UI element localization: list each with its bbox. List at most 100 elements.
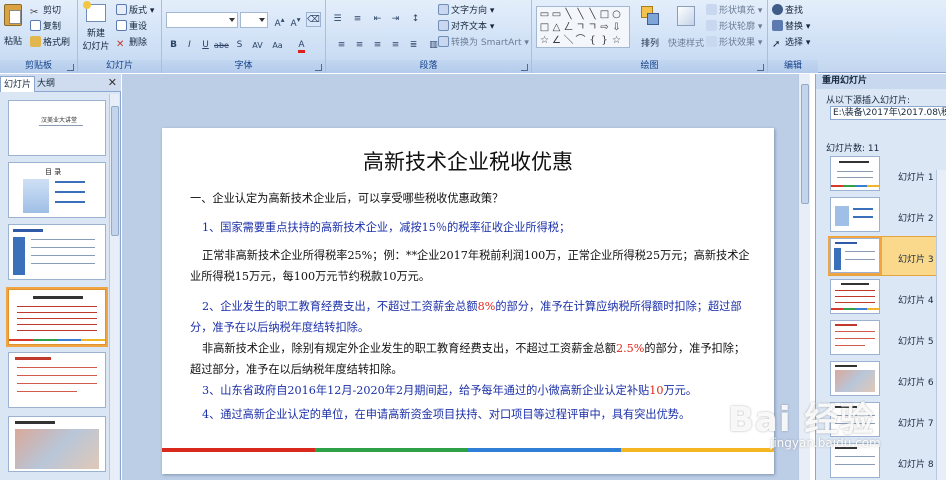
textbox-shape-icon[interactable]: ▭	[551, 9, 562, 20]
italic-button[interactable]: I	[182, 38, 197, 53]
line-spacing-button[interactable]: ↕	[408, 12, 423, 27]
reuse-slide-item[interactable]: 幻灯片 1	[816, 154, 946, 198]
reuse-slide-item[interactable]: 幻灯片 2	[816, 195, 946, 239]
arrow-right-shape-icon[interactable]: ⇨	[599, 22, 610, 33]
pen-icon	[706, 20, 717, 31]
shape-fill-button[interactable]: 形状填充 ▾	[704, 4, 762, 19]
line-shape-icon[interactable]: ╲	[563, 9, 574, 20]
delete-button[interactable]: ✕ 删除	[114, 36, 147, 51]
reuse-slide-item-selected[interactable]: 幻灯片 3	[816, 236, 946, 280]
font-name-combo[interactable]	[166, 12, 238, 28]
find-button[interactable]: 查找	[770, 4, 803, 19]
shape-outline-button[interactable]: 形状轮廓 ▾	[704, 20, 762, 35]
new-slide-button[interactable]: 新建 幻灯片	[80, 1, 112, 56]
numbering-button[interactable]: ≡	[350, 12, 365, 27]
thumbnail-title: 目 录	[45, 168, 62, 176]
align-left-button[interactable]: ≡	[334, 38, 349, 53]
line-shape-icon[interactable]: ╲	[587, 9, 598, 20]
slides-pane-scrollbar[interactable]	[109, 94, 119, 480]
layout-button[interactable]: 版式 ▾	[114, 4, 154, 19]
text-direction-button[interactable]: 文字方向 ▾	[436, 4, 494, 19]
brace-shape-icon[interactable]: {	[587, 35, 598, 46]
rectangle-shape-icon[interactable]: □	[539, 22, 550, 33]
arrange-button[interactable]: 排列	[636, 6, 664, 49]
paragraph-launcher-icon[interactable]	[521, 64, 528, 71]
justify-button[interactable]: ≡	[388, 38, 403, 53]
distributed-button[interactable]: ≣	[406, 38, 421, 53]
drawing-launcher-icon[interactable]	[757, 64, 764, 71]
slide-thumbnail[interactable]	[8, 224, 106, 280]
shrink-font-button[interactable]: A▾	[288, 12, 303, 29]
paste-button[interactable]: 粘贴	[2, 4, 24, 54]
grow-font-button[interactable]: A▴	[272, 12, 287, 29]
slide-thumbnail[interactable]: 目 录	[8, 162, 106, 218]
clipboard-launcher-icon[interactable]	[67, 64, 74, 71]
shadow-button[interactable]: S	[232, 38, 247, 53]
select-button[interactable]: ➚ 选择 ▾	[770, 36, 810, 51]
curve-shape-icon[interactable]: ＼	[563, 35, 574, 46]
drawing-label: 绘图	[532, 60, 767, 73]
copy-button[interactable]: 复制	[28, 20, 61, 35]
slide-paragraph[interactable]: 非高新技术企业，除别有规定外企业发生的职工教育经费支出，不超过工资薪金总额2.5…	[190, 338, 756, 380]
curve-shape-icon[interactable]: ⌒	[575, 35, 586, 46]
slide-thumbnail[interactable]	[8, 416, 106, 472]
underline-button[interactable]: U	[198, 38, 213, 53]
rectangle-shape-icon[interactable]: □	[599, 9, 610, 20]
strikethrough-button[interactable]: abe	[214, 38, 229, 53]
align-right-button[interactable]: ≡	[370, 38, 385, 53]
arrow-down-shape-icon[interactable]: ⇩	[611, 22, 622, 33]
close-icon[interactable]: ✕	[108, 76, 117, 89]
scrollbar-thumb[interactable]	[111, 106, 119, 236]
slide-thumbnail-selected[interactable]	[6, 287, 108, 347]
decrease-indent-button[interactable]: ⇤	[370, 12, 385, 27]
textbox-shape-icon[interactable]: ▭	[539, 9, 550, 20]
reset-button[interactable]: 重设	[114, 20, 147, 35]
increase-indent-button[interactable]: ⇥	[388, 12, 403, 27]
slide-paragraph[interactable]: 3、山东省政府自2016年12月-2020年2月期间起，给予每年通过的小微高新企…	[190, 380, 756, 401]
clear-format-button[interactable]: ⌫	[306, 12, 321, 27]
slide-paragraph[interactable]: 4、通过高新企业认定的单位，在申请高新资金项目扶持、对口项目等过程评审中，具有突…	[190, 404, 756, 425]
slide-paragraph[interactable]: 正常非高新技术企业所得税率25%；例：**企业2017年税前利润100万，正常企…	[190, 245, 756, 287]
slide-paragraph[interactable]: 一、企业认定为高新技术企业后，可以享受哪些税收优惠政策？	[190, 188, 756, 209]
replace-button[interactable]: 替换 ▾	[770, 20, 810, 35]
connector-shape-icon[interactable]: ㄥ	[563, 22, 574, 33]
reuse-slide-item[interactable]: 幻灯片 5	[816, 318, 946, 362]
brace-shape-icon[interactable]: }	[599, 35, 610, 46]
slide-thumbnail[interactable]: 汉美业大讲堂	[8, 100, 106, 156]
slide-paragraph[interactable]: 1、国家需要重点扶持的高新技术企业，减按15％的税率征收企业所得税；	[190, 217, 756, 238]
shape-effects-button[interactable]: 形状效果 ▾	[704, 36, 762, 51]
tab-slides[interactable]: 幻灯片	[0, 76, 36, 92]
current-slide[interactable]: 高新技术企业税收优惠 一、企业认定为高新技术企业后，可以享受哪些税收优惠政策？ …	[162, 128, 774, 474]
cut-button[interactable]: ✂ 剪切	[28, 4, 61, 19]
connector-shape-icon[interactable]: ㄱ	[587, 22, 598, 33]
bullets-button[interactable]: ☰	[330, 12, 345, 27]
smartart-button[interactable]: 转换为 SmartArt ▾	[436, 36, 529, 51]
slide-paragraph[interactable]: 2、企业发生的职工教育经费支出，不超过工资薪金总额8%的部分，准予在计算应纳税所…	[190, 296, 756, 338]
align-text-button[interactable]: 对齐文本 ▾	[436, 20, 494, 35]
star-shape-icon[interactable]: ☆	[539, 35, 550, 46]
quick-styles-button[interactable]: 快速样式	[666, 6, 706, 49]
line-shape-icon[interactable]: ╲	[575, 9, 586, 20]
char-spacing-button[interactable]: AV	[250, 38, 265, 53]
change-case-button[interactable]: Aa	[270, 38, 285, 53]
thumbnail-title: 汉美业大讲堂	[41, 117, 78, 124]
align-center-button[interactable]: ≡	[352, 38, 367, 53]
format-painter-button[interactable]: 格式刷	[28, 36, 70, 51]
tab-outline[interactable]: 大纲	[34, 76, 58, 92]
shapes-gallery[interactable]: ▭ ▭ ╲ ╲ ╲ □ ○ □ △ ㄥ ㄱ ㄱ ⇨ ⇩ ☆ ∠ ＼ ⌒ { } …	[536, 6, 630, 48]
reuse-slide-item[interactable]: 幻灯片 4	[816, 277, 946, 321]
bold-button[interactable]: B	[166, 38, 181, 53]
scrollbar-thumb[interactable]	[801, 84, 809, 204]
font-launcher-icon[interactable]	[315, 64, 322, 71]
oval-shape-icon[interactable]: ○	[611, 9, 622, 20]
connector-shape-icon[interactable]: ㄱ	[575, 22, 586, 33]
font-size-combo[interactable]	[240, 12, 268, 28]
star-shape-icon[interactable]: ☆	[611, 35, 622, 46]
font-color-button[interactable]: A	[294, 38, 309, 53]
clipboard-group: 粘贴 ✂ 剪切 复制 格式刷 剪贴板	[0, 0, 78, 73]
source-path-input[interactable]: E:\装备\2017年\2017.08\税收	[830, 106, 946, 120]
slide-thumbnail[interactable]	[8, 352, 106, 408]
slide-title[interactable]: 高新技术企业税收优惠	[162, 146, 774, 176]
curve-shape-icon[interactable]: ∠	[551, 35, 562, 46]
triangle-shape-icon[interactable]: △	[551, 22, 562, 33]
